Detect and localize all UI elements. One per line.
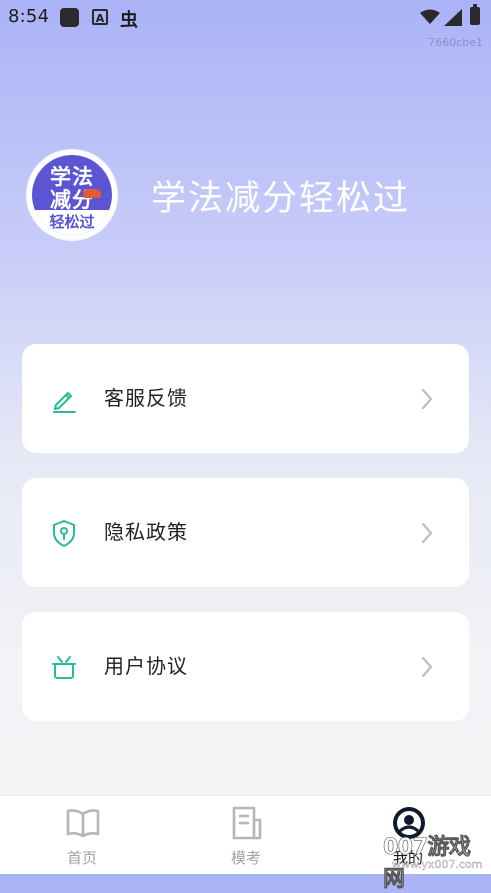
gift-box-icon — [52, 656, 76, 679]
square-app-icon — [60, 8, 79, 27]
chevron-right-icon — [421, 656, 433, 678]
tab-home[interactable]: 首页 — [22, 796, 142, 875]
tab-label: 首页 — [66, 849, 97, 867]
bug-icon: 虫 — [120, 10, 138, 31]
menu-item-label: 隐私政策 — [104, 520, 188, 544]
battery-icon — [470, 4, 480, 25]
wifi-icon — [420, 9, 440, 24]
chevron-right-icon — [421, 522, 433, 544]
app-logo-avatar: 学法 减分 轻松过 — [28, 151, 116, 239]
tab-label: 模考 — [230, 849, 261, 867]
menu-item-privacy[interactable]: 隐私政策 — [22, 478, 469, 587]
chevron-right-icon — [421, 388, 433, 410]
avatar-foot: 轻松过 — [32, 210, 112, 235]
text-a-icon: A — [92, 9, 108, 25]
app-title: 学法减分轻松过 — [151, 179, 411, 219]
status-bar: 8:54 A 虫 — [0, 0, 491, 34]
signal-icon — [444, 9, 462, 26]
status-time: 8:54 — [8, 6, 50, 27]
menu-item-label: 用户协议 — [104, 654, 188, 678]
menu-item-feedback[interactable]: 客服反馈 — [22, 344, 469, 453]
book-icon — [66, 809, 100, 838]
avatar-badge: 学法 减分 轻松过 — [32, 155, 112, 235]
document-icon — [232, 806, 262, 840]
build-id: 7660cbe1 — [428, 36, 483, 49]
watermark-url: www.yx007.com — [392, 858, 483, 871]
menu-item-user-agreement[interactable]: 用户协议 — [22, 612, 469, 721]
shield-icon — [53, 520, 75, 547]
car-icon — [83, 189, 101, 198]
menu-item-label: 客服反馈 — [104, 386, 188, 410]
edit-pencil-icon — [53, 392, 76, 413]
tab-exam[interactable]: 模考 — [186, 796, 306, 875]
